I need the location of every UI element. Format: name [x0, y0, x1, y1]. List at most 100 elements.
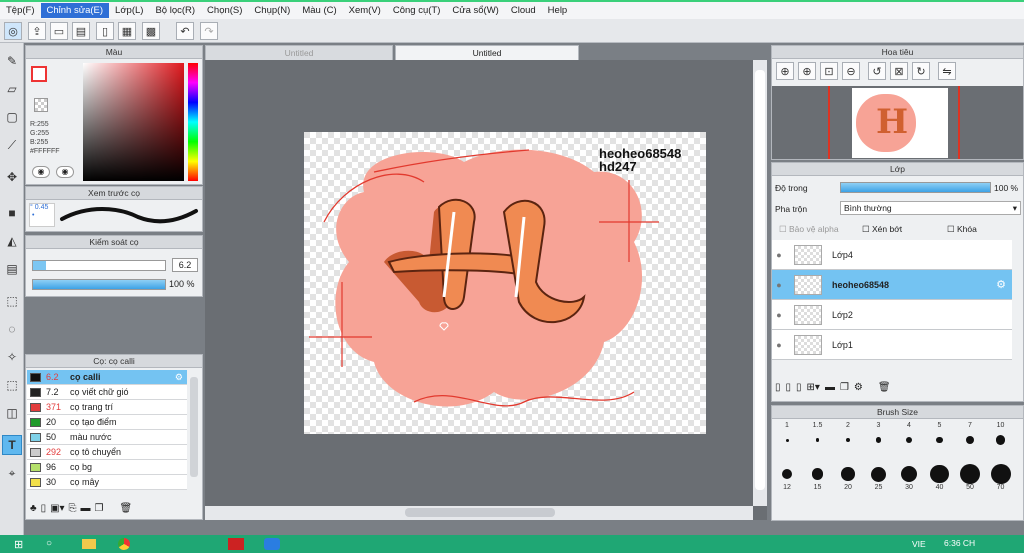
grid-icon[interactable]: ▩ [142, 22, 160, 40]
menu-item-9[interactable]: Cửa sổ(W) [446, 3, 504, 18]
brush-opacity-slider[interactable] [32, 279, 166, 290]
share-icon[interactable]: ⇪ [28, 22, 46, 40]
blend-mode-select[interactable]: Bình thường ▾ [840, 201, 1021, 215]
brush-item[interactable]: 292 cọ tô chuyển [27, 445, 187, 460]
trash-icon[interactable]: 🗑 [120, 503, 133, 514]
redo-icon[interactable]: ↷ [200, 22, 218, 40]
layer-add-menu-icon[interactable]: ⊞▾ [807, 382, 820, 393]
language-indicator[interactable]: VIE [912, 539, 926, 549]
layer-settings-icon[interactable]: ⚙ [854, 382, 863, 393]
menu-item-8[interactable]: Công cụ(T) [387, 3, 447, 18]
rect-select-icon[interactable]: ▢ [2, 107, 22, 127]
brush-menu-icon[interactable]: ▣▾ [50, 503, 64, 514]
zoom-actual-icon[interactable]: ⊡ [820, 62, 838, 80]
layer-row[interactable]: ● heoheo68548 ⚙ [772, 270, 1012, 300]
eyedropper-icon[interactable]: ⌖ [2, 463, 22, 483]
page-icon[interactable]: ▯ [96, 22, 114, 40]
layer-opacity-slider[interactable] [840, 182, 991, 193]
text-tool-icon[interactable]: T [2, 435, 22, 455]
brush-icon[interactable]: ⟋ [2, 135, 22, 155]
brush-item[interactable]: 30 cọ mây [27, 475, 187, 490]
merge-down-icon[interactable]: ❐ [840, 382, 849, 393]
primary-color-swatch[interactable] [31, 66, 47, 82]
clip-checkbox[interactable]: ☐ Xén bớt [862, 224, 902, 235]
brush-list-scrollbar[interactable] [190, 377, 198, 477]
select-pen-icon[interactable]: ⬚ [2, 375, 22, 395]
new-brush-icon[interactable]: ▯ [41, 503, 47, 514]
eye-icon[interactable]: ● [772, 310, 786, 320]
magic-wand-icon[interactable]: ✧ [2, 347, 22, 367]
menu-item-2[interactable]: Lớp(L) [109, 3, 149, 18]
brush-size-value[interactable]: 6.2 [172, 258, 198, 272]
artwork-canvas[interactable]: heoheo68548 hd247 [304, 132, 706, 434]
brush-size-option[interactable] [785, 438, 789, 442]
menu-item-0[interactable]: Tệp(F) [0, 3, 41, 18]
new-layer-vector-icon[interactable]: ▯ [786, 382, 792, 393]
tab-untitled-active[interactable]: Untitled [395, 45, 579, 60]
folder-icon[interactable]: ▬ [81, 503, 91, 514]
brush-size-slider[interactable] [32, 260, 166, 271]
color-mode-icon[interactable]: ◉ [32, 166, 50, 178]
pen-icon[interactable]: ✎ [2, 51, 22, 71]
gear-icon[interactable]: ⚙ [996, 278, 1006, 291]
delete-layer-icon[interactable]: 🗑 [878, 382, 891, 393]
layer-row[interactable]: ● Lớp4 [772, 240, 1012, 270]
eye-icon[interactable]: ● [772, 250, 786, 260]
gradient-icon[interactable]: ▤ [2, 259, 22, 279]
vertical-scrollbar[interactable] [753, 60, 767, 506]
brush-size-option[interactable] [841, 467, 855, 481]
protect-alpha-checkbox[interactable]: ☐ Bảo vệ alpha [779, 224, 839, 235]
zoom-fit-icon[interactable]: ⊕ [776, 62, 794, 80]
transparent-swatch[interactable] [34, 98, 48, 112]
copy-brush-icon[interactable]: ⎘ [69, 503, 77, 514]
lock-checkbox[interactable]: ☐ Khóa [947, 224, 977, 235]
menu-item-10[interactable]: Cloud [505, 3, 542, 18]
brush-size-option[interactable] [900, 465, 918, 483]
brush-size-option[interactable] [936, 436, 943, 444]
start-icon[interactable]: ⊞ [14, 538, 23, 551]
brush-item[interactable]: 50 màu nước [27, 430, 187, 445]
brush-size-option[interactable] [960, 464, 980, 484]
brush-size-option[interactable] [815, 438, 820, 442]
canvas-area[interactable]: heoheo68548 hd247 [205, 60, 767, 520]
brush-item[interactable]: 20 cọ tạo điểm [27, 415, 187, 430]
tree-icon[interactable]: ♣ [30, 503, 37, 514]
zoom-out-icon[interactable]: ⊖ [842, 62, 860, 80]
undo-icon[interactable]: ↶ [176, 22, 194, 40]
menu-item-5[interactable]: Chụp(N) [248, 3, 296, 18]
clock[interactable]: 6:36 CH [944, 538, 975, 548]
new-layer-icon[interactable]: ▯ [775, 382, 781, 393]
hue-slider[interactable] [188, 63, 198, 181]
brush-size-option[interactable] [930, 464, 949, 484]
app-icon[interactable] [228, 538, 244, 550]
menu-item-11[interactable]: Help [542, 3, 574, 18]
horizontal-scrollbar[interactable] [205, 506, 753, 520]
rotate-right-icon[interactable]: ↻ [912, 62, 930, 80]
tab-untitled-inactive[interactable]: Untitled [205, 45, 393, 60]
gear-icon[interactable]: ⚙ [175, 372, 183, 383]
brush-size-option[interactable] [906, 437, 912, 443]
layer-row[interactable]: ● Lớp2 [772, 300, 1012, 330]
brush-size-option[interactable] [875, 437, 882, 443]
layer-folder-icon[interactable]: ▬ [825, 382, 835, 393]
menu-item-7[interactable]: Xem(V) [343, 3, 387, 18]
zoom-in-icon[interactable]: ⊕ [798, 62, 816, 80]
brush-size-option[interactable] [995, 435, 1006, 445]
layout-icon[interactable]: ▦ [118, 22, 136, 40]
brush-size-option[interactable] [966, 436, 974, 444]
marquee-icon[interactable]: ⬚ [2, 291, 22, 311]
eye-icon[interactable]: ● [772, 280, 786, 290]
new-layer-halftone-icon[interactable]: ▯ [796, 382, 802, 393]
brush-size-option[interactable] [990, 464, 1011, 484]
lasso-icon[interactable]: ◌ [2, 319, 22, 339]
rotate-reset-icon[interactable]: ⊠ [890, 62, 908, 80]
fill-rect-icon[interactable]: ■ [2, 203, 22, 223]
select-eraser-icon[interactable]: ◫ [2, 403, 22, 423]
navigator-preview[interactable]: H [772, 86, 1023, 159]
brush-size-option[interactable] [781, 468, 793, 480]
brush-size-option[interactable] [845, 437, 851, 443]
eye-icon[interactable]: ● [772, 340, 786, 350]
layer-row[interactable]: ● Lớp1 [772, 330, 1012, 360]
brush-size-option[interactable] [871, 466, 886, 482]
eraser-icon[interactable]: ▱ [2, 79, 22, 99]
